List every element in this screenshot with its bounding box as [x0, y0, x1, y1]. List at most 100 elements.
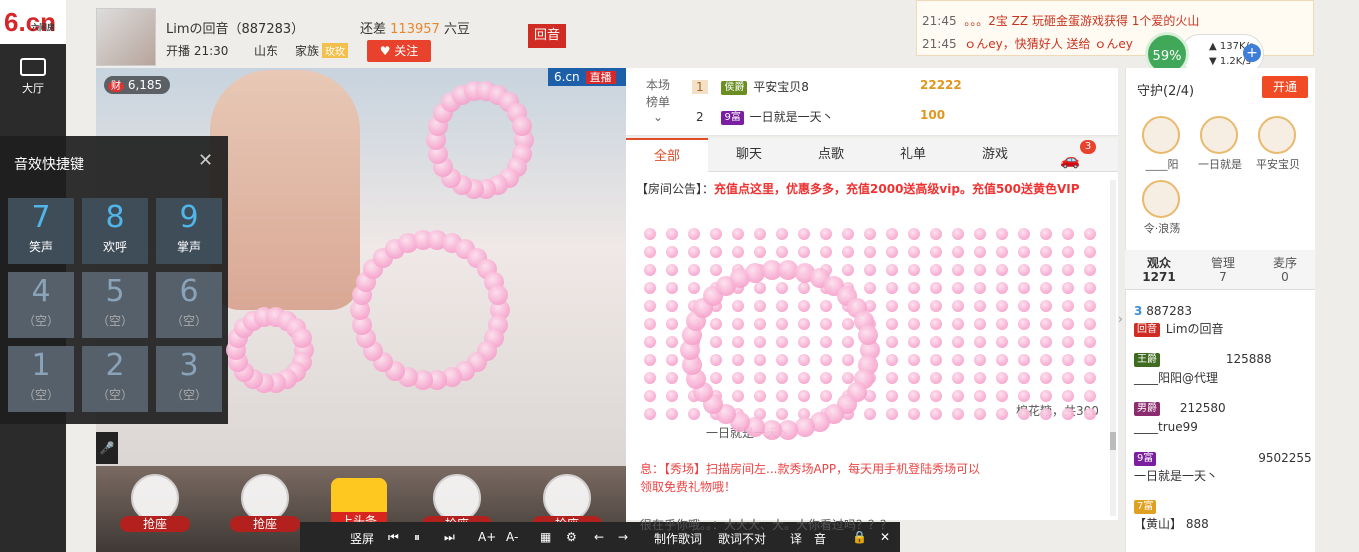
seat-avatar-2[interactable]	[241, 474, 289, 522]
heart-icon	[1084, 318, 1096, 330]
grab-seat-button-2[interactable]: 抢座	[230, 516, 300, 532]
viewer-row[interactable]: ____true99	[1134, 417, 1314, 437]
hotkey-4[interactable]: 4 （空）	[8, 272, 74, 338]
host-avatar[interactable]	[96, 8, 156, 66]
heart-icon	[666, 390, 678, 402]
tab-all[interactable]: 全部	[626, 138, 708, 172]
viewer-row[interactable]: 王爵 125888	[1134, 349, 1314, 369]
rank-row[interactable]: 2 9富 一日就是一天丶 100	[692, 108, 945, 132]
font-increase-icon[interactable]: A+	[478, 530, 496, 544]
collapse-chevron-icon[interactable]: ›	[1118, 312, 1123, 326]
follow-button[interactable]: ♥ 关注	[367, 40, 431, 62]
back-icon[interactable]: ←	[594, 530, 604, 544]
seat-avatar-3[interactable]	[433, 474, 481, 522]
rank-label[interactable]: 本场 榜单 ⌄	[646, 76, 670, 124]
hotkey-9[interactable]: 9 掌声	[156, 198, 222, 264]
hotkey-6[interactable]: 6 （空）	[156, 272, 222, 338]
heart-icon	[1084, 408, 1096, 420]
tab-chat[interactable]: 聊天	[708, 138, 790, 172]
heart-icon	[996, 390, 1008, 402]
tab-songs[interactable]: 点歌	[790, 138, 872, 172]
tab-mic-queue[interactable]: 麦序 0	[1254, 256, 1316, 284]
heart-icon	[952, 390, 964, 402]
heart-icon	[1040, 318, 1052, 330]
chat-scrollbar[interactable]	[1110, 180, 1116, 516]
open-guard-button[interactable]: 开通	[1262, 76, 1308, 98]
heart-icon	[842, 264, 854, 276]
car-icon[interactable]: 🚗	[1060, 150, 1080, 169]
guard-avatar[interactable]	[1258, 116, 1296, 154]
hotkey-8[interactable]: 8 欢呼	[82, 198, 148, 264]
heart-icon	[666, 264, 678, 276]
heart-icon	[776, 300, 788, 312]
heart-icon	[908, 372, 920, 384]
guard-title: 守护(2/4)	[1137, 84, 1195, 99]
rank-row[interactable]: 1 侯爵 平安宝贝8 22222	[692, 78, 962, 102]
heart-icon	[666, 228, 678, 240]
heart-icon	[952, 246, 964, 258]
guard-avatar[interactable]	[1142, 180, 1180, 218]
grab-seat-button-1[interactable]: 抢座	[120, 516, 190, 532]
heart-icon	[776, 390, 788, 402]
heart-icon	[974, 372, 986, 384]
next-icon[interactable]: ⏭	[444, 530, 455, 545]
family-badge[interactable]: 玫玫	[322, 43, 348, 58]
heart-icon	[930, 318, 942, 330]
forward-icon[interactable]: →	[618, 530, 628, 544]
hall-nav-item[interactable]: 大厅	[0, 58, 66, 96]
tab-gifts[interactable]: 礼单	[872, 138, 954, 172]
heart-icon	[1084, 390, 1096, 402]
heart-icon	[974, 246, 986, 258]
viewer-row[interactable]: 一日就是一天丶	[1134, 466, 1314, 486]
heart-icon	[908, 246, 920, 258]
plus-icon[interactable]: +	[1243, 44, 1261, 62]
viewer-row[interactable]: ____阳阳@代理	[1134, 368, 1314, 388]
family-label: 家族	[295, 44, 320, 58]
heart-icon	[644, 354, 656, 366]
viewer-row[interactable]: 男爵 212580	[1134, 398, 1314, 418]
mic-icon[interactable]: 🎤	[96, 432, 118, 464]
heart-icon	[886, 228, 898, 240]
close-icon[interactable]: ✕	[198, 150, 213, 171]
gear-icon[interactable]: ⚙	[566, 530, 577, 544]
tab-games[interactable]: 游戏	[954, 138, 1036, 172]
seat-avatar-1[interactable]	[131, 474, 179, 522]
seat-avatar-4[interactable]	[543, 474, 591, 522]
pause-icon[interactable]: ⏸	[414, 530, 420, 545]
heart-icon	[930, 282, 942, 294]
hotkey-1[interactable]: 1 （空）	[8, 346, 74, 412]
tab-admins[interactable]: 管理 7	[1192, 256, 1254, 284]
site-watermark: 6.cn 直播	[548, 68, 626, 86]
heart-icon	[886, 264, 898, 276]
echo-badge: 回音	[528, 24, 566, 48]
viewer-row[interactable]: 【黄山】 888	[1134, 514, 1314, 534]
heart-icon	[1018, 408, 1030, 420]
viewer-row[interactable]: 7富	[1134, 496, 1314, 516]
heart-icon	[908, 228, 920, 240]
host-name: Limの回音（887283）	[166, 22, 305, 37]
portrait-mode-button[interactable]: 竖屏	[350, 530, 374, 547]
heart-icon	[512, 115, 533, 136]
heart-icon	[754, 300, 766, 312]
tab-viewers[interactable]: 观众 1271	[1128, 256, 1190, 284]
site-logo[interactable]: 6.cn 六间房	[0, 0, 66, 44]
heart-icon	[952, 300, 964, 312]
hotkey-2[interactable]: 2 （空）	[82, 346, 148, 412]
heart-icon	[864, 246, 876, 258]
prev-icon[interactable]: ⏮	[388, 530, 399, 545]
guard-avatar[interactable]	[1200, 116, 1238, 154]
heart-icon	[820, 228, 832, 240]
hotkey-3[interactable]: 3 （空）	[156, 346, 222, 412]
viewer-row[interactable]: 9富 9502255	[1134, 448, 1314, 468]
heart-icon	[996, 282, 1008, 294]
heart-icon	[710, 336, 722, 348]
guard-avatar[interactable]	[1142, 116, 1180, 154]
font-decrease-icon[interactable]: A-	[506, 530, 518, 544]
heart-icon	[1062, 246, 1074, 258]
viewer-row[interactable]: 3 887283	[1134, 301, 1314, 321]
viewer-row[interactable]: 回音 Limの回音	[1134, 319, 1314, 339]
hotkey-7[interactable]: 7 笑声	[8, 198, 74, 264]
hotkey-5[interactable]: 5 （空）	[82, 272, 148, 338]
heart-icon	[710, 246, 722, 258]
grid-icon[interactable]: ▦	[540, 530, 551, 544]
